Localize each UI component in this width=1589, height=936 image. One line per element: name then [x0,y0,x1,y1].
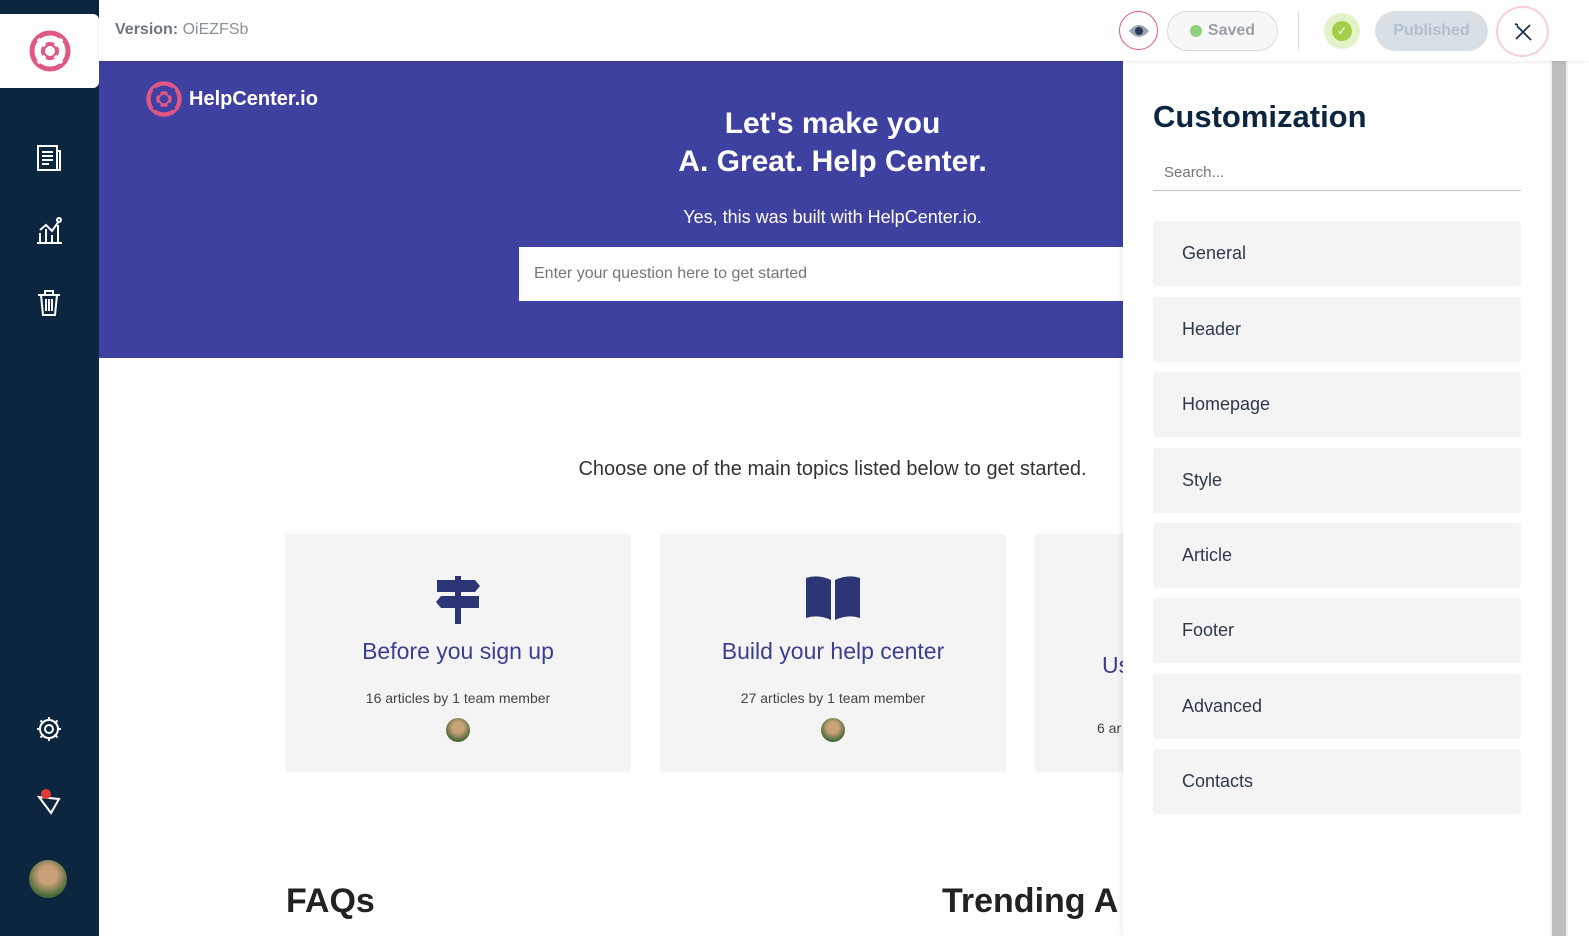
book-icon [806,576,860,620]
saved-status: Saved [1167,11,1278,51]
panel-item-advanced[interactable]: Advanced [1153,674,1521,739]
hero-banner: HelpCenter.io Let's make you A. Great. He… [99,61,1139,358]
articles-icon[interactable] [30,139,68,177]
question-search-input[interactable] [519,247,1139,301]
settings-icon[interactable] [30,710,68,748]
topic-card[interactable]: Build your help center 27 articles by 1 … [660,534,1006,772]
faqs-heading: FAQs [286,882,375,920]
avatar[interactable] [29,860,67,898]
analytics-icon[interactable] [30,211,68,249]
trash-icon[interactable] [30,284,68,322]
published-button[interactable]: Published [1375,11,1488,51]
topic-title: Build your help center [721,638,945,664]
publish-status-icon: ✓ [1324,13,1360,49]
version-value: OiEZFSb [182,21,249,38]
customization-search-input[interactable] [1153,155,1521,191]
lifebuoy-logo-icon [29,30,70,72]
topic-meta: 16 articles by 1 team member [365,690,551,706]
panel-title: Customization [1153,99,1367,134]
eye-icon [1128,24,1149,37]
sidebar [0,0,99,936]
version-info: Version: OiEZFSb [115,21,248,39]
divider [1298,11,1299,51]
topic-card[interactable]: Before you sign up 16 articles by 1 team… [285,534,631,772]
panel-item-header[interactable]: Header [1153,297,1521,362]
home-logo[interactable] [0,14,99,88]
notifications-icon[interactable] [30,782,68,820]
panel-item-contacts[interactable]: Contacts [1153,749,1521,814]
trending-heading: Trending A [942,882,1119,920]
brush-pencil-icon [1514,22,1532,41]
topbar: Version: OiEZFSb Saved ✓ Published [99,0,1589,61]
saved-dot-icon [1189,25,1202,37]
panel-item-homepage[interactable]: Homepage [1153,372,1521,437]
panel-item-footer[interactable]: Footer [1153,598,1521,663]
saved-label: Saved [1207,22,1256,39]
topic-meta: 27 articles by 1 team member [740,690,926,706]
signpost-icon [436,576,480,624]
author-avatar [446,718,470,742]
panel-item-general[interactable]: General [1153,221,1521,286]
panel-item-article[interactable]: Article [1153,523,1521,588]
customize-button[interactable] [1496,6,1549,57]
topic-title: Before you sign up [362,638,554,664]
version-label: Version: [115,21,179,38]
customization-panel: Customization General Header Homepage St… [1123,61,1550,936]
scrollbar[interactable] [1550,61,1568,936]
panel-item-style[interactable]: Style [1153,448,1521,513]
preview-button[interactable] [1119,11,1158,50]
check-icon: ✓ [1332,21,1352,41]
scrollbar-thumb[interactable] [1552,61,1566,936]
author-avatar [821,718,845,742]
